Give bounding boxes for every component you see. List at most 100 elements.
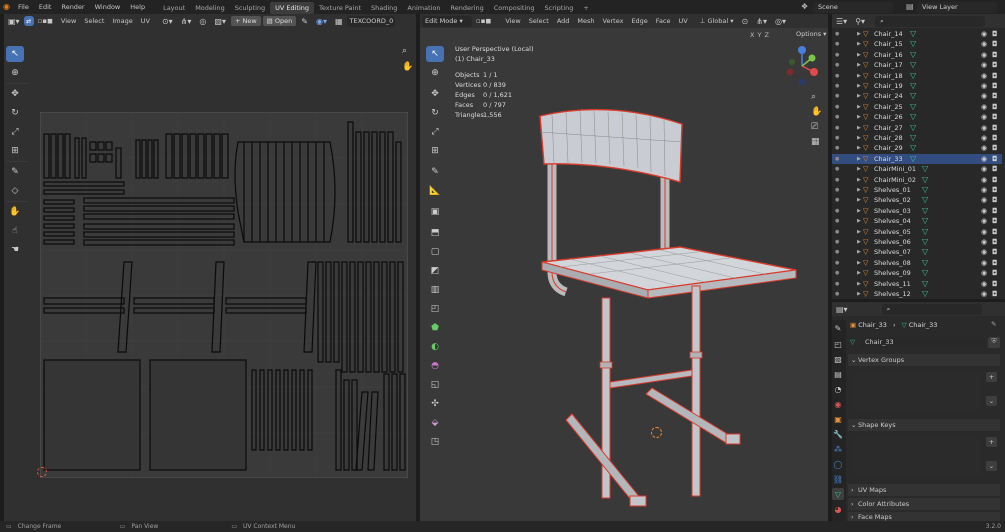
hide-in-viewport-icon[interactable]: ◉ [981, 133, 987, 143]
open-image-button[interactable]: ▤ Open [262, 16, 297, 26]
shear-tool-icon[interactable]: ⬙ [426, 415, 444, 431]
shape-keys-list[interactable] [852, 436, 982, 477]
visibility-dot-icon[interactable]: ● [835, 258, 839, 268]
uv-grid[interactable] [40, 112, 408, 478]
disable-render-icon[interactable]: ◘ [992, 185, 998, 195]
outliner-item[interactable]: ● ▶ ▽ Chair_16 ▽ ◉ ◘ [832, 50, 1002, 60]
hide-in-viewport-icon[interactable]: ◉ [981, 247, 987, 257]
mode-dropdown[interactable]: Edit Mode ▾ [422, 15, 472, 27]
vertex-groups-list[interactable] [852, 371, 982, 412]
expand-arrow-icon[interactable]: ▶ [857, 279, 861, 289]
outliner-item[interactable]: ● ▶ ▽ Shelves_04 ▽ ◉ ◘ [832, 216, 1002, 226]
disable-render-icon[interactable]: ◘ [992, 71, 998, 81]
hide-in-viewport-icon[interactable]: ◉ [981, 268, 987, 278]
object-tab-icon[interactable]: ▣ [832, 413, 844, 425]
disable-render-icon[interactable]: ◘ [992, 81, 998, 91]
tab-scripting[interactable]: Scripting [540, 2, 579, 14]
viewport-menu-edge[interactable]: Edge [627, 17, 651, 25]
disable-render-icon[interactable]: ◘ [992, 289, 998, 299]
hide-in-viewport-icon[interactable]: ◉ [981, 154, 987, 164]
expand-arrow-icon[interactable]: ▶ [857, 154, 861, 164]
hide-in-viewport-icon[interactable]: ◉ [981, 227, 987, 237]
visibility-dot-icon[interactable]: ● [835, 29, 839, 39]
menu-file[interactable]: File [13, 0, 34, 14]
outliner-item[interactable]: ● ▶ ▽ Shelves_01 ▽ ◉ ◘ [832, 185, 1002, 195]
hide-in-viewport-icon[interactable]: ◉ [981, 195, 987, 205]
hide-in-viewport-icon[interactable]: ◉ [981, 279, 987, 289]
hide-in-viewport-icon[interactable]: ◉ [981, 206, 987, 216]
outliner-item[interactable]: ● ▶ ▽ Chair_33 ▽ ◉ ◘ [832, 153, 1002, 165]
hide-in-viewport-icon[interactable]: ◉ [981, 185, 987, 195]
visibility-dot-icon[interactable]: ● [835, 185, 839, 195]
expand-arrow-icon[interactable]: ▶ [857, 216, 861, 226]
tab-rendering[interactable]: Rendering [446, 2, 489, 14]
view-layer-field[interactable]: View Layer [917, 2, 997, 13]
loop-cut-tool-icon[interactable]: ▥ [426, 282, 444, 298]
relax-tool-icon[interactable]: ☝ [6, 223, 24, 239]
output-tab-icon[interactable]: ▧ [832, 353, 844, 365]
zoom-view-icon[interactable]: ⌕ [402, 46, 407, 56]
hide-in-viewport-icon[interactable]: ◉ [981, 258, 987, 268]
rotate-tool-icon[interactable]: ↻ [6, 105, 24, 121]
disable-render-icon[interactable]: ◘ [992, 258, 998, 268]
orientation-dropdown[interactable]: ⊥ Global ▾ [696, 17, 738, 25]
hide-in-viewport-icon[interactable]: ◉ [981, 216, 987, 226]
editor-type-icon[interactable]: ▣▾ [4, 17, 24, 26]
visibility-dot-icon[interactable]: ● [835, 91, 839, 101]
image-browse-icon[interactable]: ▧▾ [210, 17, 230, 26]
tab-animation[interactable]: Animation [402, 2, 445, 14]
visibility-dot-icon[interactable]: ● [835, 71, 839, 81]
hide-in-viewport-icon[interactable]: ◉ [981, 71, 987, 81]
viewport-menu-add[interactable]: Add [553, 17, 574, 25]
pinch-tool-icon[interactable]: ☚ [6, 242, 24, 258]
hide-in-viewport-icon[interactable]: ◉ [981, 50, 987, 60]
tab-layout[interactable]: Layout [158, 2, 190, 14]
expand-arrow-icon[interactable]: ▶ [857, 237, 861, 247]
fake-user-icon[interactable]: ⛨ [988, 337, 1000, 348]
properties-search-input[interactable]: ⌕ [881, 303, 982, 315]
hide-in-viewport-icon[interactable]: ◉ [981, 175, 987, 185]
visibility-dot-icon[interactable]: ● [835, 123, 839, 133]
menu-window[interactable]: Window [90, 0, 126, 14]
add-cube-tool-icon[interactable]: ▣ [426, 204, 444, 220]
pin-icon[interactable]: ✎ [297, 17, 312, 26]
tool-tab-icon[interactable]: ✎ [832, 322, 844, 334]
rip-tool-icon[interactable]: ◇ [6, 183, 24, 199]
expand-arrow-icon[interactable]: ▶ [857, 195, 861, 205]
hide-in-viewport-icon[interactable]: ◉ [981, 112, 987, 122]
outliner-item[interactable]: ● ▶ ▽ Chair_14 ▽ ◉ ◘ [832, 29, 1002, 39]
outliner-item[interactable]: ● ▶ ▽ Shelves_05 ▽ ◉ ◘ [832, 227, 1002, 237]
chair-mesh[interactable] [530, 102, 820, 522]
inset-tool-icon[interactable]: ▢ [426, 244, 444, 260]
tab-uv-editing[interactable]: UV Editing [270, 1, 315, 14]
render-tab-icon[interactable]: ◰ [832, 338, 844, 350]
outliner-editor-icon[interactable]: ☰▾ [832, 17, 851, 26]
outliner-item[interactable]: ● ▶ ▽ Shelves_12 ▽ ◉ ◘ [832, 289, 1002, 299]
expand-arrow-icon[interactable]: ▶ [857, 123, 861, 133]
cursor-tool-icon[interactable]: ⊕ [426, 65, 444, 81]
expand-arrow-icon[interactable]: ▶ [857, 268, 861, 278]
visibility-dot-icon[interactable]: ● [835, 60, 839, 70]
viewport-menu-uv[interactable]: UV [675, 17, 692, 25]
expand-arrow-icon[interactable]: ▶ [857, 50, 861, 60]
outliner-item[interactable]: ● ▶ ▽ Chair_24 ▽ ◉ ◘ [832, 91, 1002, 101]
expand-arrow-icon[interactable]: ▶ [857, 206, 861, 216]
outliner-item[interactable]: ● ▶ ▽ Chair_17 ▽ ◉ ◘ [832, 60, 1002, 70]
expand-arrow-icon[interactable]: ▶ [857, 112, 861, 122]
material-tab-icon[interactable]: ◕ [832, 503, 844, 515]
uv-maps-panel-header[interactable]: › UV Maps [848, 484, 1000, 496]
measure-tool-icon[interactable]: 📐 [426, 183, 444, 199]
menu-help[interactable]: Help [125, 0, 150, 14]
outliner-item[interactable]: ● ▶ ▽ Chair_15 ▽ ◉ ◘ [832, 39, 1002, 49]
tab-texture-paint[interactable]: Texture Paint [314, 2, 366, 14]
bevel-tool-icon[interactable]: ◩ [426, 263, 444, 279]
pan-view-icon[interactable]: ✋ [402, 62, 413, 72]
outliner-filter-icon[interactable]: ⚲▾ [851, 17, 869, 26]
visibility-dot-icon[interactable]: ● [835, 237, 839, 247]
outliner-item[interactable]: ● ▶ ▽ Shelves_11 ▽ ◉ ◘ [832, 279, 1002, 289]
disable-render-icon[interactable]: ◘ [992, 195, 998, 205]
color-attributes-panel-header[interactable]: › Color Attributes [848, 498, 1000, 510]
shrink-tool-icon[interactable]: ✣ [426, 396, 444, 412]
face-maps-panel-header[interactable]: › Face Maps [848, 512, 1000, 521]
expand-arrow-icon[interactable]: ▶ [857, 143, 861, 153]
